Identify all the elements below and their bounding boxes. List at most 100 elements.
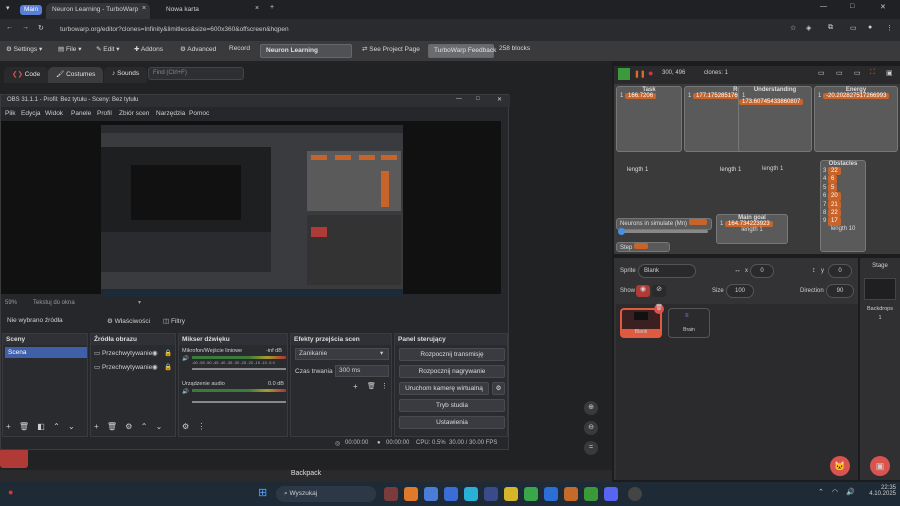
move-down-icon[interactable]: ⌄ <box>68 422 75 431</box>
reload-icon[interactable]: ↻ <box>38 24 44 32</box>
new-tab-icon[interactable]: + <box>270 4 274 11</box>
fullscreen-icon[interactable]: ⛶ <box>870 69 875 77</box>
filters-button[interactable]: ◫ Filtry <box>163 317 185 325</box>
lock-icon[interactable]: 🔒 <box>164 349 172 357</box>
edge-icon[interactable] <box>464 487 478 501</box>
tray-chevron-icon[interactable]: ⌃ <box>818 488 824 496</box>
profile-icon[interactable]: ● <box>868 24 872 31</box>
show-visible-icon[interactable]: ◉ <box>636 285 650 297</box>
preview-dropdown-icon[interactable]: ▾ <box>138 299 141 306</box>
mixer-settings-icon[interactable]: ⚙ <box>182 422 189 431</box>
sprite-name-input[interactable]: Blank <box>638 264 696 278</box>
tab-group-main[interactable]: Main <box>20 5 43 15</box>
delete-sprite-icon[interactable]: 🗑 <box>654 304 664 314</box>
normal-stage-icon[interactable]: ▭ <box>836 69 843 77</box>
source-settings-icon[interactable]: ⚙ <box>125 422 132 431</box>
source-item[interactable]: ▭ Przechwytywanie ◉ 🔒 <box>94 349 174 357</box>
obs-menu-docks[interactable]: Panele <box>71 110 91 117</box>
large-stage-icon[interactable]: ▭ <box>854 69 861 77</box>
sprite-tile-blank[interactable]: 🗑 Blank <box>620 304 664 338</box>
properties-button[interactable]: ⚙ Właściwości <box>107 317 150 325</box>
eye-icon[interactable]: ◉ <box>152 363 158 371</box>
duration-spinbox[interactable]: 300 ms <box>335 365 389 377</box>
lock-icon[interactable]: 🔒 <box>164 363 172 371</box>
feedback-button[interactable]: TurboWarp Feedback <box>428 44 496 58</box>
settings-button[interactable]: Ustawienia <box>399 416 505 429</box>
minecraft-icon[interactable] <box>584 487 598 501</box>
addons-menu[interactable]: ✚ Addons <box>134 45 163 53</box>
vcam-settings-icon[interactable]: ⚙ <box>492 382 505 395</box>
start-virtual-camera-button[interactable]: Uruchom kamerę wirtualną <box>399 382 489 395</box>
sidebar-icon[interactable]: ▭ <box>850 24 857 32</box>
volume-icon[interactable]: 🔊 <box>846 488 855 496</box>
stop-icon[interactable]: ● <box>648 68 653 78</box>
x-input[interactable]: 0 <box>750 264 774 278</box>
app-icon[interactable] <box>444 487 458 501</box>
tab-code[interactable]: ❮❯ Code <box>4 67 49 83</box>
speaker-icon[interactable]: 🔊 <box>182 356 189 362</box>
obs-close-icon[interactable]: ✕ <box>497 96 502 103</box>
star-icon[interactable]: ☆ <box>790 24 796 32</box>
start-recording-button[interactable]: Rozpocznij nagrywanie <box>399 365 505 378</box>
discord-icon[interactable] <box>604 487 618 501</box>
stage-selector[interactable]: Stage Backdrops 1 ▣ <box>860 258 900 480</box>
extensions-icon[interactable]: ⧉ <box>828 24 833 32</box>
zoom-in-icon[interactable]: ⊕ <box>584 401 598 415</box>
more-icon[interactable]: ⋮ <box>381 382 388 390</box>
folder-icon[interactable] <box>504 487 518 501</box>
file-menu[interactable]: ▤ File ▾ <box>58 45 82 53</box>
advanced-menu[interactable]: ⚙ Advanced <box>180 45 216 53</box>
notification-icon[interactable]: ● <box>8 487 13 497</box>
start-streaming-button[interactable]: Rozpocznij transmisję <box>399 348 505 361</box>
record-menu[interactable]: Record <box>229 45 250 52</box>
pause-icon[interactable]: ❚❚ <box>634 70 646 78</box>
more-icon[interactable]: ⋮ <box>197 422 205 431</box>
size-input[interactable]: 100 <box>726 284 754 298</box>
zoom-out-icon[interactable]: ⊖ <box>584 421 598 435</box>
obs-icon[interactable] <box>628 487 642 501</box>
scene-item[interactable]: Scena <box>5 347 87 358</box>
small-stage-icon[interactable]: ▭ <box>818 69 825 77</box>
chrome-icon[interactable] <box>524 487 538 501</box>
tab-sounds[interactable]: ♪ Sounds <box>104 67 148 83</box>
store-icon[interactable] <box>484 487 498 501</box>
scene-filter-icon[interactable]: ◧ <box>37 422 45 431</box>
trash-icon[interactable]: 🗑 <box>19 422 29 431</box>
tab-close-icon[interactable]: × <box>142 5 146 12</box>
obs-menu-help[interactable]: Pomoc <box>189 110 209 117</box>
add-sprite-icon[interactable]: 🐱 <box>830 456 850 476</box>
clock[interactable]: 22:35 4.10.2025 <box>862 485 896 497</box>
obs-menu-edit[interactable]: Edycja <box>21 110 41 117</box>
neurons-slider[interactable] <box>618 228 708 235</box>
studio-mode-button[interactable]: Tryb studia <box>399 399 505 412</box>
transition-select[interactable]: Zanikanie ▾ <box>295 348 389 360</box>
tab-new[interactable]: Nowa karta <box>160 3 260 19</box>
url-field[interactable]: turbowarp.org/editor?clones=Infinity&lim… <box>60 23 660 37</box>
add-icon[interactable]: + <box>6 422 11 431</box>
forward-icon[interactable]: → <box>22 24 29 31</box>
back-icon[interactable]: ← <box>6 24 13 31</box>
mail-icon[interactable] <box>424 487 438 501</box>
obs-menu-file[interactable]: Plik <box>5 110 15 117</box>
tab-turbowarp[interactable]: Neuron Learning - TurboWarp <box>46 3 150 19</box>
direction-input[interactable]: 90 <box>826 284 854 298</box>
stage[interactable]: Task 1 166.7206 length 1 Reward 1 177.17… <box>614 84 900 254</box>
zoom-reset-icon[interactable]: = <box>584 441 598 455</box>
speaker-icon[interactable]: 🔊 <box>182 389 189 395</box>
window-icon[interactable]: ▣ <box>886 69 893 77</box>
obs-maximize-icon[interactable]: □ <box>476 96 480 102</box>
sprite-tile-brain[interactable]: ≡ Brain <box>668 308 710 338</box>
move-down-icon[interactable]: ⌄ <box>156 422 163 431</box>
extension-icon[interactable]: ◈ <box>806 24 811 32</box>
obs-menu-scene-collection[interactable]: Zbiór scen <box>119 110 149 117</box>
obs-menu-tools[interactable]: Narzędzia <box>156 110 185 117</box>
close-icon[interactable]: ✕ <box>880 3 886 11</box>
find-input[interactable]: Find (Ctrl+F) <box>148 67 244 80</box>
trash-icon[interactable]: 🗑 <box>107 422 117 431</box>
move-up-icon[interactable]: ⌃ <box>141 422 148 431</box>
add-icon[interactable]: + <box>353 382 358 391</box>
move-up-icon[interactable]: ⌃ <box>53 422 60 431</box>
firefox-icon[interactable] <box>404 487 418 501</box>
taskview-icon[interactable] <box>384 487 398 501</box>
see-project-button[interactable]: ⇄ See Project Page <box>362 45 420 53</box>
